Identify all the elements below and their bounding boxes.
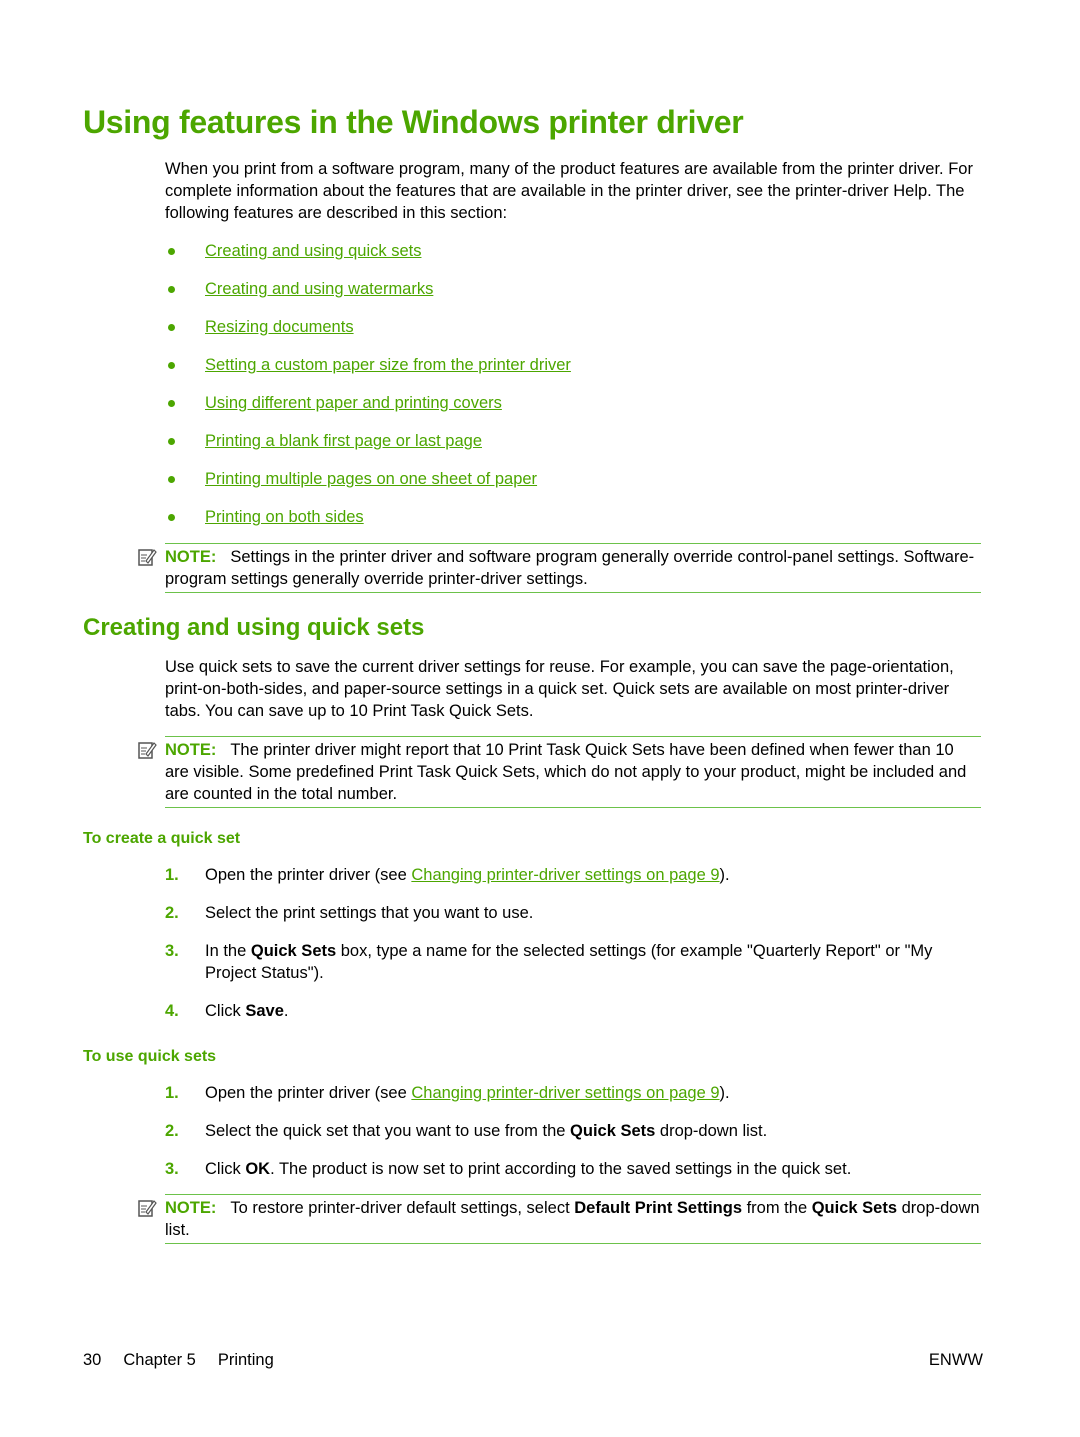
feature-link[interactable]: Printing on both sides [205,506,364,528]
list-item: Printing on both sides [165,506,571,544]
step-number: 1. [165,1084,179,1102]
use-steps: 1. Open the printer driver (see Changing … [165,1082,985,1196]
feature-link[interactable]: Printing a blank first page or last page [205,430,482,452]
ui-term: Save [245,1002,284,1020]
section-heading: Creating and using quick sets [83,614,425,641]
step-item: 2. Select the quick set that you want to … [165,1120,985,1142]
cross-reference-link[interactable]: Changing printer-driver settings on page… [411,866,719,884]
bullet-icon [168,400,175,407]
bullet-icon [168,438,175,445]
step-number: 3. [165,1160,179,1178]
feature-link[interactable]: Resizing documents [205,316,354,338]
bullet-icon [168,324,175,331]
step-text: In the [205,942,251,960]
bullet-icon [168,286,175,293]
step-text: ). [719,1084,730,1102]
step-item: 1. Open the printer driver (see Changing … [165,1082,985,1104]
note-box: NOTE: Settings in the printer driver and … [138,543,981,593]
step-item: 4. Click Save. [165,1000,985,1022]
intro-paragraph: When you print from a software program, … [165,160,973,222]
step-text: Open the printer driver (see [205,1084,412,1102]
chapter-title: Printing [217,1351,274,1369]
page-title: Using features in the Windows printer dr… [83,104,744,140]
bullet-icon [168,476,175,483]
locale-code: ENWW [928,1351,983,1369]
step-item: 3. Click OK. The product is now set to pr… [165,1158,985,1180]
bullet-icon [168,248,175,255]
step-number: 2. [165,904,179,922]
step-text: drop-down list. [655,1122,768,1140]
feature-link[interactable]: Creating and using quick sets [205,240,421,262]
step-text: Open the printer driver (see [205,866,412,884]
step-number: 4. [165,1002,179,1020]
feature-link[interactable]: Printing multiple pages on one sheet of … [205,468,537,490]
note-icon [138,1200,157,1217]
step-text: . [283,1002,289,1020]
ui-term: Quick Sets [811,1199,898,1217]
step-item: 3. In the Quick Sets box, type a name for… [165,940,985,984]
list-item: Printing multiple pages on one sheet of … [165,468,571,506]
step-text: . The product is now set to print accord… [270,1160,852,1178]
feature-list: Creating and using quick sets Creating a… [165,240,571,544]
ui-term: Quick Sets [250,942,337,960]
step-item: 1. Open the printer driver (see Changing … [165,864,985,886]
note-label: NOTE: [165,741,217,759]
ui-term: Default Print Settings [574,1199,743,1217]
note-box: NOTE: The printer driver might report tha… [138,736,981,808]
list-item: Creating and using watermarks [165,278,571,316]
step-text: Click [205,1002,246,1020]
list-item: Printing a blank first page or last page [165,430,571,468]
note-label: NOTE: [165,1199,217,1217]
feature-link[interactable]: Using different paper and printing cover… [205,392,502,414]
bullet-icon [168,362,175,369]
note-text: To restore printer-driver default settin… [230,1199,575,1217]
ui-term: OK [245,1160,271,1178]
page-footer: 30 Chapter 5 Printing ENWW [83,1351,983,1370]
list-item: Using different paper and printing cover… [165,392,571,430]
page-number: 30 [83,1351,102,1369]
subheading-use: To use quick sets [83,1048,217,1065]
step-text: ). [719,866,730,884]
note-icon [138,549,157,566]
step-text: Click [205,1160,246,1178]
step-number: 1. [165,866,179,884]
note-icon [138,742,157,759]
chapter-label: Chapter 5 [123,1351,196,1369]
ui-term: Quick Sets [570,1122,656,1140]
subheading-create: To create a quick set [83,830,241,847]
bullet-icon [168,514,175,521]
note-label: NOTE: [165,548,217,566]
note-text: The printer driver might report that 10 … [165,741,967,803]
create-steps: 1. Open the printer driver (see Changing … [165,864,985,1038]
note-text: Settings in the printer driver and softw… [165,548,975,588]
list-item: Creating and using quick sets [165,240,571,278]
note-box: NOTE: To restore printer-driver default s… [138,1194,981,1244]
feature-link[interactable]: Creating and using watermarks [205,278,433,300]
document-page: Using features in the Windows printer dr… [0,0,1080,1437]
step-number: 2. [165,1122,179,1140]
step-number: 3. [165,942,179,960]
list-item: Resizing documents [165,316,571,354]
list-item: Setting a custom paper size from the pri… [165,354,571,392]
cross-reference-link[interactable]: Changing printer-driver settings on page… [411,1084,719,1102]
step-text: Select the quick set that you want to us… [205,1122,571,1140]
note-text: from the [742,1199,812,1217]
step-item: 2. Select the print settings that you wan… [165,902,985,924]
section-paragraph: Use quick sets to save the current drive… [165,658,954,720]
step-text: Select the print settings that you want … [205,904,534,922]
feature-link[interactable]: Setting a custom paper size from the pri… [205,354,571,376]
